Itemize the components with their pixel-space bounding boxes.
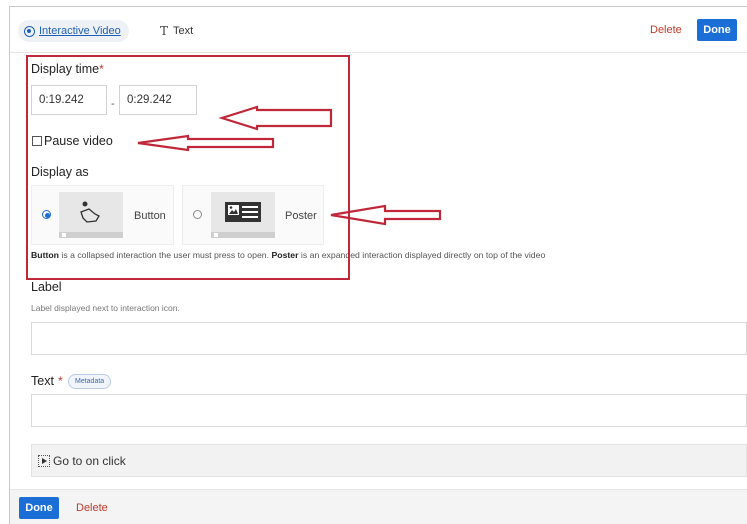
text-field-heading: Text *: [31, 374, 63, 388]
done-button-bottom[interactable]: Done: [19, 497, 59, 519]
video-progress-bar: [59, 232, 123, 238]
done-button-top[interactable]: Done: [697, 19, 737, 41]
delete-button-top[interactable]: Delete: [650, 24, 682, 36]
metadata-button[interactable]: Metadata: [68, 374, 112, 389]
button-thumbnail: [59, 192, 123, 238]
help-button-term: Button: [31, 250, 59, 260]
tab-interactive-video-label: Interactive Video: [39, 25, 121, 37]
pause-video-checkbox[interactable]: [32, 136, 42, 146]
help-poster-term: Poster: [271, 250, 299, 260]
label-input[interactable]: [31, 322, 747, 355]
poster-thumbnail: [211, 192, 275, 238]
help-end: is an expanded interaction displayed dir…: [298, 250, 546, 260]
poster-card-icon: [225, 202, 261, 222]
required-marker: *: [57, 374, 63, 388]
button-option-radio[interactable]: [42, 210, 51, 219]
display-option-poster[interactable]: Poster: [182, 185, 324, 245]
video-progress-bar: [211, 232, 275, 238]
text-type-icon: T: [160, 24, 169, 38]
display-as-help-text: Button is a collapsed interaction the us…: [31, 250, 545, 260]
label-field-description: Label displayed next to interaction icon…: [31, 303, 180, 313]
display-time-label: Display time: [31, 62, 100, 76]
delete-button-bottom[interactable]: Delete: [76, 502, 108, 514]
display-as-label: Display as: [31, 165, 89, 179]
end-time-input[interactable]: 0:29.242: [119, 85, 197, 115]
goto-on-click-section[interactable]: Go to on click: [31, 444, 747, 477]
start-time-input[interactable]: 0:19.242: [31, 85, 107, 115]
pointer-hand-icon: [80, 201, 100, 223]
poster-option-radio[interactable]: [193, 210, 202, 219]
poster-option-label: Poster: [285, 210, 317, 222]
tab-text-label: Text: [173, 25, 194, 37]
top-toolbar: Interactive Video T Text Delete Done ⤡: [10, 7, 747, 53]
footer-bar: Done Delete: [10, 489, 747, 524]
help-middle: is a collapsed interaction the user must…: [58, 250, 272, 260]
goto-on-click-label: Go to on click: [53, 453, 126, 468]
text-field-title: Text: [31, 374, 54, 388]
tab-text[interactable]: T Text: [160, 24, 193, 38]
required-marker: *: [99, 62, 104, 76]
button-option-label: Button: [134, 210, 166, 222]
display-time-heading: Display time*: [31, 62, 104, 76]
label-field-title: Label: [31, 280, 62, 294]
pause-video-label: Pause video: [44, 134, 113, 148]
goto-arrow-icon: [38, 454, 50, 467]
time-separator: -: [111, 98, 115, 110]
text-input[interactable]: [31, 394, 747, 427]
tab-interactive-video[interactable]: Interactive Video: [18, 20, 129, 42]
radio-target-icon: [24, 25, 35, 37]
display-option-button[interactable]: Button: [31, 185, 174, 245]
